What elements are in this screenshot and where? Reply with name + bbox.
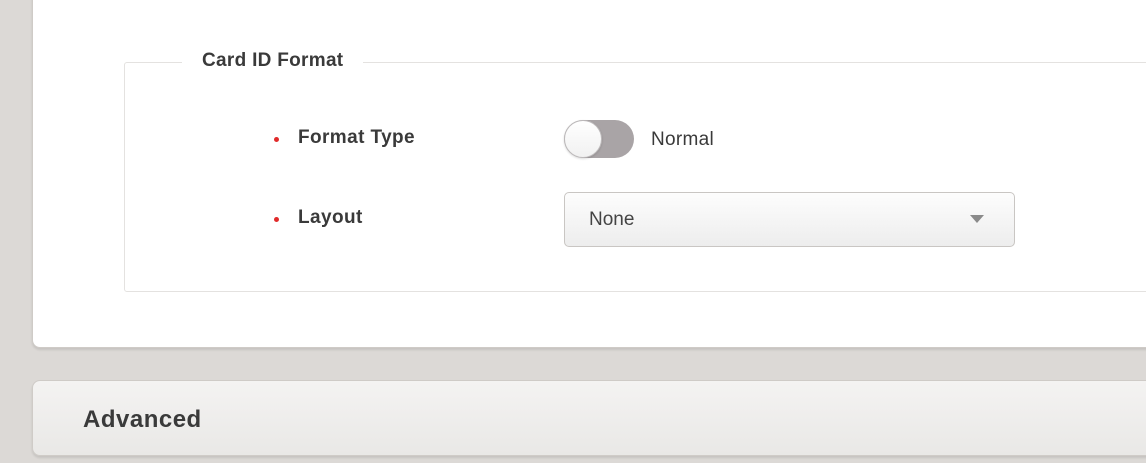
format-type-label: Format Type <box>298 127 416 148</box>
format-type-toggle[interactable] <box>564 120 634 158</box>
format-type-value: Normal <box>651 129 715 150</box>
layout-select[interactable]: None <box>564 192 1015 247</box>
required-marker-format-type <box>274 137 279 142</box>
card-id-format-fieldset <box>124 62 1146 292</box>
advanced-title: Advanced <box>83 406 202 433</box>
layout-select-value: None <box>589 209 635 230</box>
advanced-section-header[interactable]: Advanced <box>32 380 1146 456</box>
layout-label: Layout <box>298 207 363 228</box>
required-marker-layout <box>274 217 279 222</box>
chevron-down-icon <box>970 215 984 223</box>
toggle-knob <box>564 120 602 158</box>
card-id-format-legend: Card ID Format <box>182 48 364 74</box>
